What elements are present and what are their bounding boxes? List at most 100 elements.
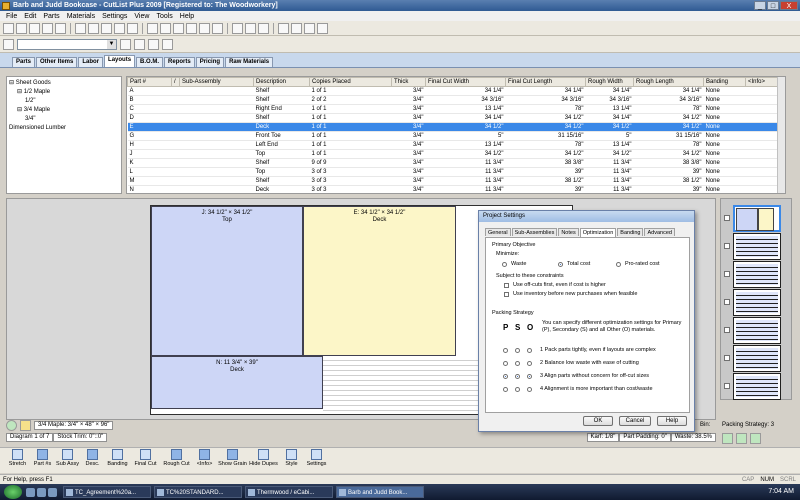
piece-j[interactable]: J: 34 1/2" × 34 1/2" Top — [151, 206, 303, 356]
diagram-thumbnail[interactable] — [733, 289, 781, 316]
add-part-icon[interactable] — [147, 22, 158, 34]
truck-icon[interactable] — [304, 22, 315, 34]
column-header[interactable]: Rough Width — [585, 77, 634, 87]
thumbnail-checkbox[interactable] — [724, 215, 730, 221]
pencil-icon[interactable] — [3, 38, 14, 50]
nav-last-icon[interactable] — [750, 433, 761, 444]
thumbnail-checkbox[interactable] — [724, 271, 730, 277]
column-header[interactable]: Copies Placed — [309, 77, 392, 87]
column-header[interactable]: Final Cut Width — [425, 77, 506, 87]
table-row[interactable]: K Shelf 9 of 9 3/4" 11 3/4" 38 3/8" 11 3/4" 38 … — [127, 158, 785, 168]
column-header[interactable]: Part # — [127, 77, 172, 87]
tab-labor[interactable]: Labor — [78, 57, 104, 67]
refresh-icon[interactable] — [6, 420, 17, 431]
thumbnail-checkbox[interactable] — [724, 355, 730, 361]
strategy-radio-o[interactable] — [527, 387, 532, 392]
strategy-radio-p[interactable] — [503, 361, 508, 366]
info-icon[interactable] — [317, 22, 328, 34]
new-icon[interactable] — [3, 22, 14, 34]
thumbnail-checkbox[interactable] — [724, 327, 730, 333]
strategy-radio-p[interactable] — [503, 374, 508, 379]
music-note-icon[interactable] — [120, 38, 131, 50]
page-icon[interactable] — [162, 38, 173, 50]
tree-expander-icon[interactable]: ⊟ — [17, 107, 24, 113]
strategy-radio-p[interactable] — [503, 387, 508, 392]
print-icon[interactable] — [42, 22, 53, 34]
piece-e[interactable]: E: 34 1/2" × 34 1/2" Deck — [303, 206, 456, 356]
tree-node[interactable]: ⊟ 1/2 Maple — [9, 88, 119, 97]
table-row[interactable]: G Front Toe 1 of 1 3/4" 5" 31 15/16" 5" 31 15/1… — [127, 131, 785, 141]
offcuts-first-checkbox[interactable] — [504, 283, 509, 288]
menu-view[interactable]: View — [134, 13, 149, 20]
table-row[interactable]: D Shelf 1 of 1 3/4" 34 1/4" 34 1/2" 34 1/4" 34 … — [127, 113, 785, 123]
quicklaunch-icon[interactable] — [37, 487, 46, 497]
help-button[interactable]: Help — [657, 416, 687, 426]
close-button[interactable]: X — [780, 1, 798, 10]
column-header[interactable]: Thick — [391, 77, 426, 87]
chevron-down-icon[interactable]: ▼ — [107, 39, 116, 49]
taskbar-item[interactable]: TC_Agreement%20a... — [63, 486, 151, 498]
start-button[interactable] — [4, 485, 22, 499]
strategy-radio-s[interactable] — [515, 348, 520, 353]
taskbar-item[interactable]: Thermwood / eCabi... — [245, 486, 333, 498]
total-cost-radio[interactable] — [558, 262, 563, 267]
thumbnail-checkbox[interactable] — [724, 383, 730, 389]
thumbnail-checkbox[interactable] — [724, 299, 730, 305]
dialog-tab-general[interactable]: General — [485, 228, 511, 236]
paste-icon[interactable] — [101, 22, 112, 34]
inventory-first-checkbox[interactable] — [504, 292, 509, 297]
dialog-tab-notes[interactable]: Notes — [558, 228, 579, 236]
toggle-stretch[interactable]: Stretch — [6, 448, 29, 473]
strategy-radio-s[interactable] — [515, 374, 520, 379]
diagram-thumbnail[interactable] — [733, 345, 781, 372]
column-header[interactable]: Rough Length — [633, 77, 704, 87]
piece-n[interactable]: N: 11 3/4" × 39" Deck — [151, 356, 323, 409]
toggle-banding[interactable]: Banding — [106, 448, 129, 473]
document-icon[interactable] — [148, 38, 159, 50]
tab-bom[interactable]: B.O.M. — [136, 57, 164, 67]
toggle-desc[interactable]: Desc. — [81, 448, 104, 473]
tree-expander-icon[interactable]: ⊟ — [17, 89, 24, 95]
strategy-radio-s[interactable] — [515, 361, 520, 366]
table-row[interactable]: L Top 3 of 3 3/4" 11 3/4" 39" 11 3/4" 39" None — [127, 167, 785, 177]
layout-icon[interactable] — [186, 22, 197, 34]
toggle-info[interactable]: <Info> — [193, 448, 216, 473]
strategy-radio-o[interactable] — [527, 361, 532, 366]
dialog-tab-banding[interactable]: Banding — [617, 228, 644, 236]
toggle-hide-dupes[interactable]: Hide Dupes — [249, 448, 278, 473]
strategy-radio-p[interactable] — [503, 348, 508, 353]
lock-icon[interactable] — [258, 22, 269, 34]
print-preview-icon[interactable] — [55, 22, 66, 34]
tree-node[interactable]: ⊟ 3/4 Maple — [9, 106, 119, 115]
strategy-radio-o[interactable] — [527, 374, 532, 379]
toggle-sub-assy[interactable]: Sub Assy — [56, 448, 79, 473]
table-row[interactable]: N Deck 3 of 3 3/4" 11 3/4" 39" 11 3/4" 39" None — [127, 185, 785, 193]
menu-tools[interactable]: Tools — [156, 13, 172, 20]
dialog-tab-sub-assemblies[interactable]: Sub-Assemblies — [511, 228, 558, 236]
table-row[interactable]: A Shelf 1 of 1 3/4" 34 1/4" 34 1/4" 34 1/4" 34 … — [127, 86, 785, 96]
taskbar-item[interactable]: TC%20STANDARD... — [154, 486, 242, 498]
tree-node[interactable]: Dimensioned Lumber — [9, 124, 119, 133]
pro-rated-cost-radio[interactable] — [616, 262, 621, 267]
redo-icon[interactable] — [127, 22, 138, 34]
ok-button[interactable]: OK — [583, 416, 613, 426]
toggle-settings[interactable]: Settings — [305, 448, 328, 473]
quicklaunch-icon[interactable] — [26, 487, 35, 497]
tree-expander-icon[interactable]: ⊟ — [9, 80, 16, 86]
tab-reports[interactable]: Reports — [164, 57, 195, 67]
zoom-icon[interactable] — [245, 22, 256, 34]
save-icon[interactable] — [29, 22, 40, 34]
export-icon[interactable] — [291, 22, 302, 34]
delete-part-icon[interactable] — [173, 22, 184, 34]
table-row[interactable]: J Top 1 of 1 3/4" 34 1/2" 34 1/2" 34 1/2" 34 1/… — [127, 149, 785, 159]
tree-node[interactable]: ⊟ Sheet Goods — [9, 79, 119, 88]
menu-file[interactable]: File — [6, 13, 17, 20]
open-icon[interactable] — [16, 22, 27, 34]
settings-icon[interactable] — [232, 22, 243, 34]
undo-icon[interactable] — [114, 22, 125, 34]
column-header[interactable]: Final Cut Length — [505, 77, 586, 87]
menu-materials[interactable]: Materials — [67, 13, 95, 20]
diagram-thumbnail[interactable] — [733, 317, 781, 344]
report-icon[interactable] — [212, 22, 223, 34]
minimize-button[interactable]: _ — [754, 1, 766, 10]
